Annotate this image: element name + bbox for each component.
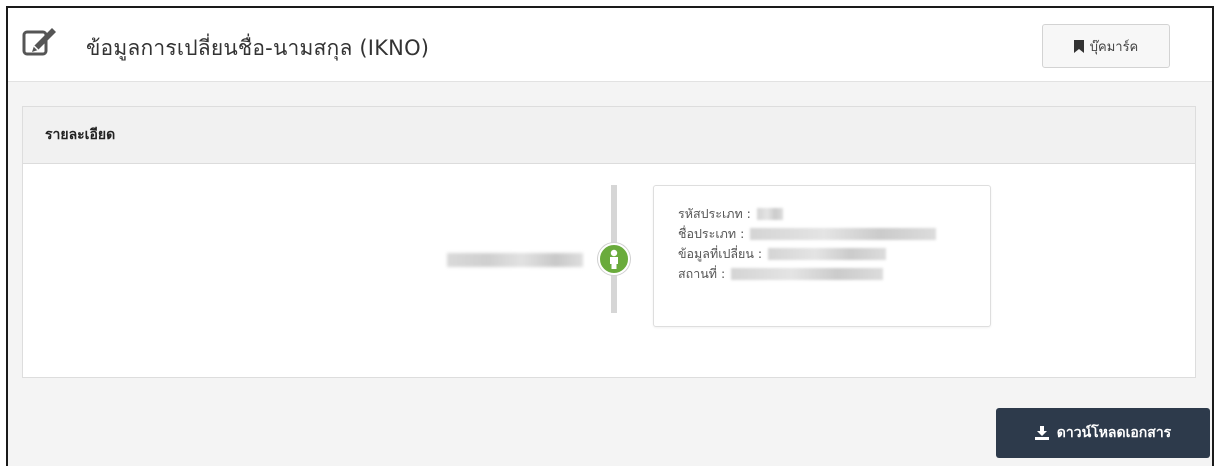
timeline-date-redacted <box>447 253 583 267</box>
panel-title: รายละเอียด <box>45 127 116 143</box>
timeline-marker <box>598 243 630 275</box>
card-row-type-name: ชื่อประเภท : <box>678 224 990 244</box>
card-label: รหัสประเภท : <box>678 206 751 221</box>
card-label: ชื่อประเภท : <box>678 226 745 241</box>
download-document-button[interactable]: ดาวน์โหลดเอกสาร <box>996 408 1210 458</box>
redacted-value <box>750 228 937 240</box>
card-label: สถานที่ : <box>678 266 726 281</box>
page-title: ข้อมูลการเปลี่ยนชื่อ-นามสกุล (IKNO) <box>86 36 430 60</box>
details-panel: รายละเอียด รหัสประเภท : ชื่อประเภท : ข้อ… <box>22 106 1196 378</box>
person-icon <box>600 249 628 277</box>
app-window: ข้อมูลการเปลี่ยนชื่อ-นามสกุล (IKNO) บุ๊ค… <box>6 6 1214 466</box>
redacted-value <box>768 248 887 260</box>
bookmark-button[interactable]: บุ๊คมาร์ค <box>1042 24 1170 68</box>
card-row-changed-data: ข้อมูลที่เปลี่ยน : <box>678 244 990 264</box>
card-label: ข้อมูลที่เปลี่ยน : <box>678 246 763 261</box>
panel-heading: รายละเอียด <box>23 107 1195 164</box>
bookmark-icon <box>1073 39 1084 53</box>
download-icon <box>1034 426 1049 440</box>
edit-icon <box>22 26 58 58</box>
redacted-value <box>731 268 884 280</box>
download-label: ดาวน์โหลดเอกสาร <box>1056 425 1172 441</box>
bookmark-label: บุ๊คมาร์ค <box>1089 39 1139 55</box>
card-row-type-code: รหัสประเภท : <box>678 204 990 224</box>
timeline-card: รหัสประเภท : ชื่อประเภท : ข้อมูลที่เปลี่… <box>653 185 991 327</box>
page-header: ข้อมูลการเปลี่ยนชื่อ-นามสกุล (IKNO) บุ๊ค… <box>8 8 1212 82</box>
redacted-value <box>756 208 783 220</box>
card-row-location: สถานที่ : <box>678 264 990 284</box>
